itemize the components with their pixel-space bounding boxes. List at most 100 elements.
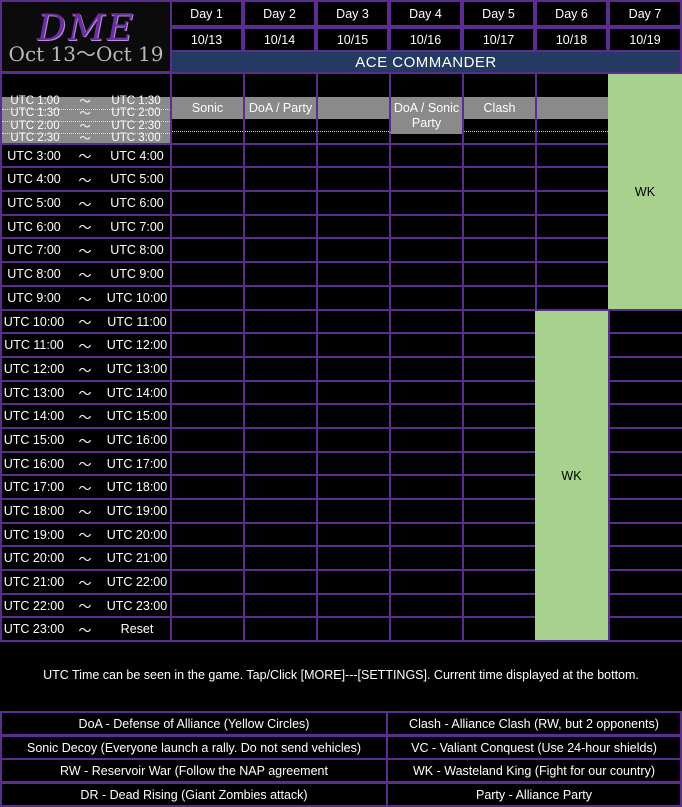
time-tilde: ～ [78,622,92,638]
wk-block-day7[interactable]: WK [608,74,682,309]
time-start: UTC 18:00 [3,504,65,518]
half-hour-divider [464,131,535,132]
time-start: UTC 7:00 [7,243,61,257]
half-hour-divider [172,131,243,132]
time-end: UTC 6:00 [110,196,164,210]
schedule-cell [608,522,682,547]
schedule-date-range: Oct 13～Oct 19 [8,42,164,66]
schedule-cell [316,593,391,618]
schedule-cell [316,214,391,239]
time-start: UTC 16:00 [3,456,65,471]
half-hour-divider [2,133,170,134]
time-end: UTC 20:00 [106,527,168,542]
schedule-cell [170,285,245,311]
time-tilde: ～ [78,528,92,543]
logo: DME Oct 13～Oct 19 [0,0,172,73]
schedule-cell [243,427,318,453]
time-tilde: ～ [78,149,92,164]
schedule-cell [608,403,682,429]
schedule-cell [389,545,464,571]
schedule-cell [389,380,464,405]
schedule-cell [462,451,537,476]
schedule-cell [170,356,245,382]
schedule-cell [535,261,610,287]
schedule-cell [243,380,318,405]
schedule-cell [462,545,537,571]
time-tilde: ～ [78,267,92,283]
event-block[interactable]: Clash [464,97,535,119]
schedule-cell [170,451,245,476]
time-end: UTC 7:00 [110,219,164,234]
time-start: UTC 15:00 [3,433,65,447]
event-banner: ACE COMMANDER [170,50,682,74]
schedule-cell [316,545,391,571]
schedule-cell [389,474,464,500]
schedule-cell [316,403,391,429]
schedule-cell [462,332,537,358]
schedule-cell [316,237,391,263]
schedule-cell [389,522,464,547]
event-block[interactable]: DoA / Party [245,97,316,119]
schedule-cell [243,261,318,287]
schedule-cell [316,309,391,334]
schedule-cell [316,190,391,216]
event-block[interactable] [537,97,608,119]
time-start: UTC 10:00 [3,314,65,329]
legend-right: Party - Alliance Party [386,782,682,807]
time-tilde: ～ [78,362,92,378]
schedule-cell [316,616,391,642]
day-header: Day 2 [243,0,316,27]
schedule-cell [389,427,464,453]
schedule-cell [243,237,318,263]
time-tilde: ～ [78,433,92,449]
schedule-cell [608,616,682,642]
schedule-cell [170,261,245,287]
day-header: Day 4 [389,0,462,27]
schedule-cell [316,380,391,405]
time-start: UTC 19:00 [3,527,65,542]
schedule-cell [389,309,464,334]
schedule-cell [316,332,391,358]
schedule-cell [243,545,318,571]
schedule-cell [462,237,537,263]
day-date: 10/13 [170,27,243,52]
time-tilde: ～ [78,196,92,212]
wk-block-day6[interactable]: WK [535,311,608,640]
schedule-cell [170,545,245,571]
time-tilde: ～ [78,243,92,259]
event-block[interactable] [318,97,389,119]
schedule-cell [170,522,245,547]
schedule-cell [462,616,537,642]
half-hour-divider [2,121,170,122]
schedule-cell [170,332,245,358]
schedule-cell [316,261,391,287]
day-header: Day 6 [535,0,608,27]
event-block[interactable]: DoA / Sonic Party [391,97,462,134]
time-end: UTC 14:00 [106,385,168,400]
schedule-cell [389,569,464,595]
schedule-cell [243,593,318,618]
schedule-cell [462,474,537,500]
schedule-cell [316,569,391,595]
schedule-cell [243,569,318,595]
schedule-cell [535,190,610,216]
schedule-cell [535,166,610,192]
schedule-cell [316,143,391,168]
schedule-cell [608,474,682,500]
schedule-cell [535,237,610,263]
time-tilde: ～ [78,338,92,354]
schedule-cell [243,356,318,382]
time-note: UTC Time can be seen in the game. Tap/Cl… [43,668,639,682]
sub-time-end: UTC 1:30 [111,95,161,107]
schedule-cell [462,380,537,405]
schedule-cell [389,356,464,382]
schedule-cell [389,332,464,358]
event-block[interactable]: Sonic [172,97,243,119]
schedule-cell [170,593,245,618]
schedule-cell [389,143,464,168]
time-start: UTC 8:00 [7,267,61,281]
time-end: UTC 21:00 [106,551,168,565]
time-start: UTC 4:00 [7,172,61,186]
schedule-cell [389,237,464,263]
time-start: UTC 9:00 [7,291,61,305]
